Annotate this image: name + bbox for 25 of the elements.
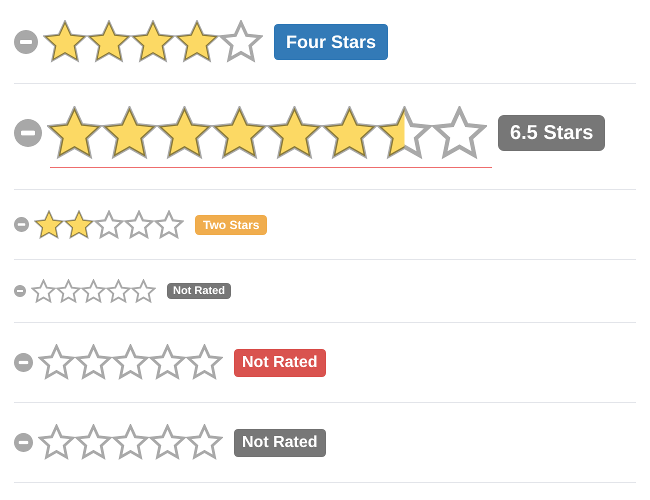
- remove-icon[interactable]: [14, 285, 26, 297]
- star-icon[interactable]: [87, 20, 131, 64]
- star-icon[interactable]: [157, 106, 212, 160]
- star-icon[interactable]: [43, 20, 87, 64]
- rating-badge: Two Stars: [195, 214, 268, 234]
- star-icon[interactable]: [377, 106, 432, 160]
- rating-badge: 6.5 Stars: [498, 115, 606, 151]
- star-icon[interactable]: [267, 106, 322, 160]
- star-icon[interactable]: [131, 20, 175, 64]
- star-icon[interactable]: [175, 20, 219, 64]
- star-icon[interactable]: [212, 106, 267, 160]
- star-icon[interactable]: [322, 106, 377, 160]
- rating-badge: Not Rated: [234, 348, 326, 376]
- remove-icon[interactable]: [14, 353, 33, 372]
- rating-badge: Four Stars: [274, 24, 388, 60]
- star-icon[interactable]: [47, 106, 102, 160]
- remove-icon[interactable]: [14, 30, 38, 54]
- remove-icon[interactable]: [14, 217, 29, 232]
- star-icon[interactable]: [34, 210, 64, 240]
- remove-icon[interactable]: [14, 119, 42, 147]
- star-icon[interactable]: [102, 106, 157, 160]
- rating-badge: Not Rated: [167, 282, 231, 300]
- rating-badge: Not Rated: [234, 428, 326, 456]
- remove-icon[interactable]: [14, 433, 33, 452]
- star-icon[interactable]: [64, 210, 94, 240]
